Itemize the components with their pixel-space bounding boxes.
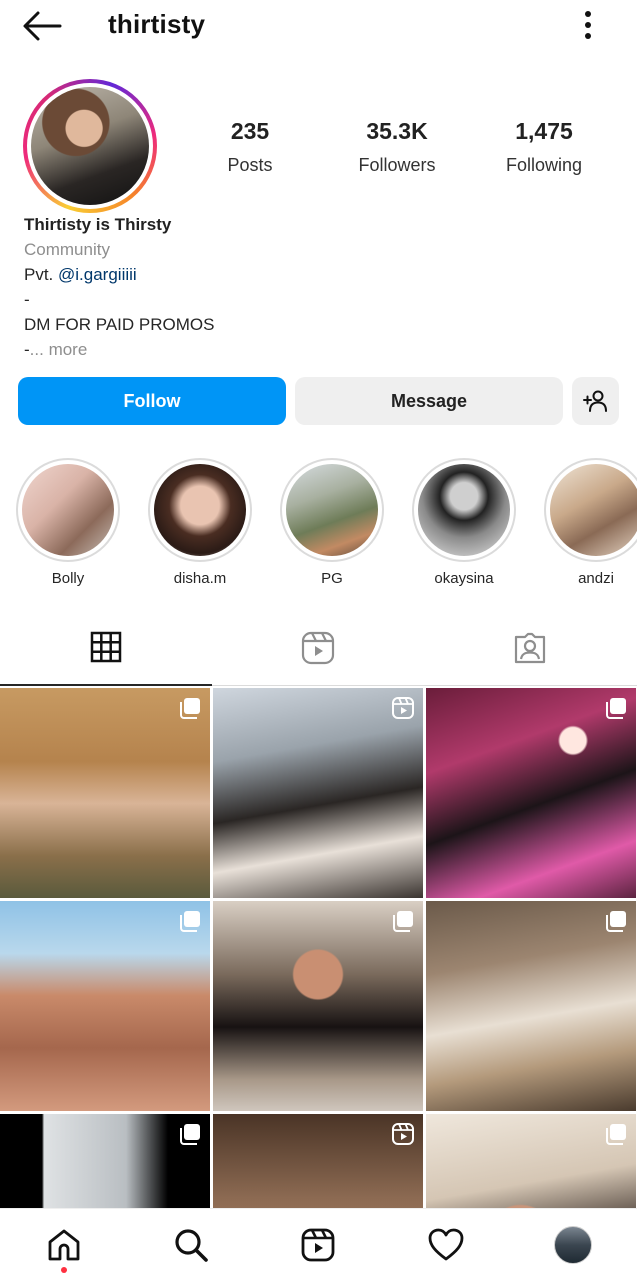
- tagged-icon: [514, 632, 546, 664]
- highlight-label: Bolly: [51, 570, 85, 587]
- post-thumbnail[interactable]: [426, 901, 636, 1111]
- post-thumbnail[interactable]: [213, 1114, 423, 1208]
- tab-posts-grid[interactable]: [0, 610, 212, 686]
- tab-reels[interactable]: [212, 610, 424, 686]
- reels-icon: [392, 697, 414, 719]
- bio-more-link[interactable]: ... more: [30, 340, 88, 359]
- profile-username: thirtisty: [108, 9, 206, 39]
- posts-label: Posts: [227, 155, 273, 175]
- profile-header: thirtisty: [0, 0, 637, 52]
- carousel-icon: [393, 911, 413, 932]
- following-count: 1,475: [515, 118, 573, 144]
- highlight-item[interactable]: PG: [280, 458, 384, 587]
- more-vertical-icon: [585, 11, 591, 39]
- notification-dot: [61, 1267, 67, 1273]
- posts-grid: [0, 688, 637, 1208]
- highlight-cover: [418, 464, 510, 556]
- carousel-icon: [606, 698, 626, 719]
- profile-tabs: [0, 610, 637, 686]
- carousel-icon: [180, 911, 200, 932]
- highlight-item[interactable]: andzi: [544, 458, 637, 587]
- back-button[interactable]: [20, 10, 64, 42]
- post-thumbnail[interactable]: [0, 1114, 210, 1208]
- search-icon: [175, 1229, 208, 1262]
- reels-icon: [392, 1123, 414, 1145]
- highlight-cover: [550, 464, 637, 556]
- highlight-label: okaysina: [434, 570, 494, 587]
- carousel-icon: [180, 1124, 200, 1145]
- nav-home[interactable]: [44, 1225, 84, 1265]
- following-label: Following: [505, 155, 583, 175]
- posts-stat[interactable]: 235 Posts: [185, 118, 315, 176]
- more-options-button[interactable]: [576, 8, 600, 42]
- nav-reels[interactable]: [298, 1225, 338, 1265]
- profile-avatar: [31, 87, 149, 205]
- followers-stat[interactable]: 35.3K Followers: [332, 118, 462, 176]
- post-thumbnail[interactable]: [213, 901, 423, 1111]
- highlight-cover: [22, 464, 114, 556]
- carousel-icon: [606, 1124, 626, 1145]
- nav-search[interactable]: [171, 1225, 211, 1265]
- highlight-item[interactable]: Bolly: [16, 458, 120, 587]
- grid-icon: [90, 631, 122, 663]
- bio-line-mention: Pvt. @i.gargiiiii: [24, 265, 137, 284]
- followers-label: Followers: [358, 155, 436, 175]
- post-thumbnail[interactable]: [0, 688, 210, 898]
- profile-display-name: Thirtisty is Thirsty: [24, 215, 172, 234]
- highlight-cover: [154, 464, 246, 556]
- highlight-item[interactable]: okaysina: [412, 458, 516, 587]
- tab-tagged[interactable]: [424, 610, 636, 686]
- carousel-icon: [180, 698, 200, 719]
- home-icon: [48, 1229, 80, 1261]
- heart-icon: [428, 1228, 464, 1261]
- highlight-label: andzi: [578, 570, 614, 587]
- bottom-navigation: [0, 1208, 637, 1280]
- person-add-icon: [582, 390, 607, 412]
- post-thumbnail[interactable]: [426, 1114, 636, 1208]
- bio-line-last: -... more: [24, 340, 88, 359]
- post-thumbnail[interactable]: [0, 901, 210, 1111]
- bio-line-separator: -: [24, 290, 30, 309]
- follow-button[interactable]: Follow: [18, 377, 286, 425]
- nav-profile[interactable]: [553, 1225, 593, 1265]
- highlight-cover: [286, 464, 378, 556]
- bio-mention-link[interactable]: @i.gargiiiii: [58, 265, 137, 284]
- profile-avatar: [554, 1226, 592, 1264]
- arrow-left-icon: [23, 11, 62, 41]
- post-thumbnail[interactable]: [213, 688, 423, 898]
- following-stat[interactable]: 1,475 Following: [479, 118, 609, 176]
- profile-category: Community: [24, 240, 110, 259]
- highlight-label: disha.m: [173, 570, 227, 587]
- highlight-label: PG: [321, 570, 343, 587]
- carousel-icon: [606, 911, 626, 932]
- reels-icon: [301, 631, 335, 665]
- message-button[interactable]: Message: [295, 377, 563, 425]
- bio-line-promo: DM FOR PAID PROMOS: [24, 315, 215, 334]
- suggested-accounts-button[interactable]: [572, 377, 619, 425]
- highlight-item[interactable]: disha.m: [148, 458, 252, 587]
- nav-activity[interactable]: [426, 1225, 466, 1265]
- post-thumbnail[interactable]: [426, 688, 636, 898]
- posts-count: 235: [230, 118, 270, 144]
- reels-icon: [301, 1228, 335, 1262]
- followers-count: 35.3K: [366, 118, 428, 144]
- profile-bio: Thirtisty is Thirsty Community Pvt. @i.g…: [24, 212, 614, 362]
- profile-avatar-story-ring[interactable]: [23, 79, 157, 213]
